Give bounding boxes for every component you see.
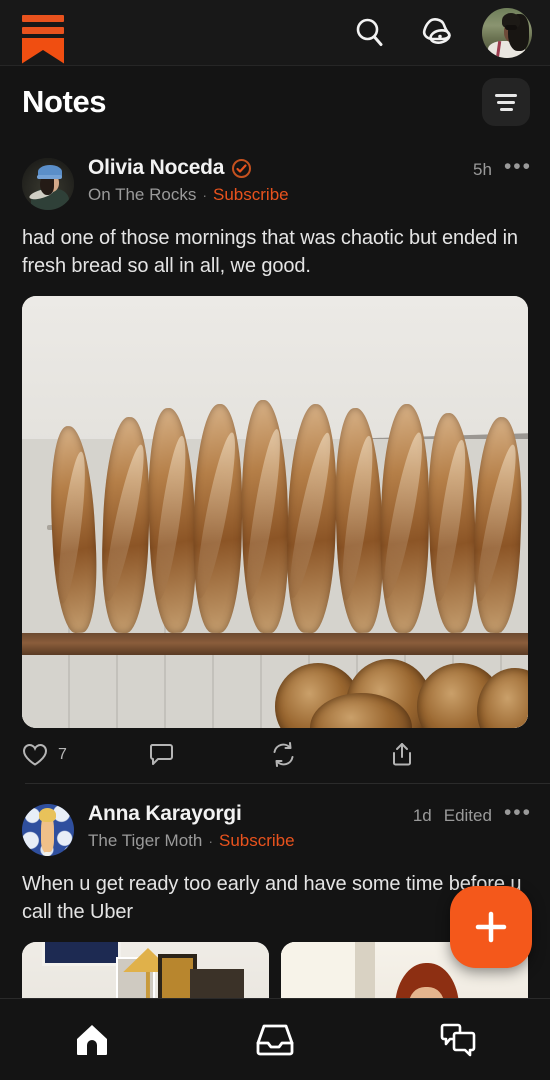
author-avatar-image [22, 804, 74, 856]
restack-icon [273, 742, 294, 767]
subscribe-link[interactable]: Subscribe [219, 831, 295, 851]
share-icon [393, 743, 411, 766]
nav-item-inbox[interactable] [183, 999, 366, 1080]
verified-badge-icon [232, 158, 252, 178]
top-bar-actions [350, 7, 532, 58]
note-header: Anna Karayorgi The Tiger Moth · Subscrib… [0, 794, 550, 856]
note-header-right: 5h ••• [473, 156, 532, 180]
note-timestamp: 1d [412, 806, 432, 825]
note-edited-label: Edited [443, 806, 492, 825]
heart-icon [22, 743, 48, 766]
author-avatar[interactable] [22, 804, 74, 856]
author-avatar[interactable] [22, 158, 74, 210]
filter-icon-bar-1 [495, 93, 517, 97]
notes-feed[interactable]: Olivia Noceda On The Rocks · Subscribe 5… [0, 138, 550, 998]
note-action-bar: 7 [0, 728, 550, 783]
note-item[interactable]: Olivia Noceda On The Rocks · Subscribe 5… [0, 138, 550, 783]
profile-avatar[interactable] [482, 7, 532, 58]
publication-name[interactable]: The Tiger Moth [88, 831, 202, 851]
note-more-button[interactable]: ••• [504, 802, 532, 824]
photo-shelf [22, 632, 528, 655]
separator-dot: · [202, 187, 208, 203]
note-header: Olivia Noceda On The Rocks · Subscribe 5… [0, 148, 550, 210]
filter-icon-bar-3 [499, 107, 513, 111]
substack-logo-icon[interactable] [22, 9, 64, 64]
note-author-meta: Olivia Noceda On The Rocks · Subscribe [74, 156, 473, 205]
note-media [0, 280, 550, 728]
logo-bookmark-shape [22, 37, 64, 64]
logo-bar-top [22, 14, 64, 22]
note-image-left[interactable] [22, 942, 269, 998]
inbox-icon [256, 1024, 294, 1055]
author-name[interactable]: Olivia Noceda [88, 156, 224, 180]
publication-row: On The Rocks · Subscribe [88, 185, 473, 205]
author-name[interactable]: Anna Karayorgi [88, 802, 242, 826]
note-body-text: had one of those mornings that was chaot… [22, 227, 518, 277]
separator-dot: · [208, 833, 213, 849]
comment-icon [149, 744, 173, 765]
logo-bar-middle [22, 26, 64, 34]
new-note-fab[interactable] [450, 886, 532, 968]
profile-avatar-image [482, 7, 532, 58]
note-timestamp: 5h [473, 160, 492, 179]
restack-button[interactable] [246, 742, 358, 767]
page-header: Notes [0, 66, 550, 138]
bell-icon [422, 17, 451, 44]
like-button[interactable]: 7 [22, 743, 134, 767]
publication-row: The Tiger Moth · Subscribe [88, 831, 413, 851]
author-avatar-image [22, 158, 74, 210]
nav-item-notes[interactable] [367, 999, 550, 1080]
author-name-row: Anna Karayorgi [88, 802, 413, 826]
note-author-meta: Anna Karayorgi The Tiger Moth · Subscrib… [74, 802, 413, 851]
home-icon [76, 1024, 107, 1055]
page-title: Notes [22, 84, 107, 119]
notifications-button[interactable] [416, 13, 456, 53]
author-name-row: Olivia Noceda [88, 156, 473, 180]
note-more-button[interactable]: ••• [504, 156, 532, 178]
chat-bubbles-icon [441, 1023, 476, 1056]
publication-name[interactable]: On The Rocks [88, 185, 196, 205]
top-bar [0, 0, 550, 66]
note-image[interactable] [22, 296, 528, 728]
app-screen: Notes Olivia Noceda On The Rocks · Subsc… [0, 0, 550, 1080]
plus-icon [475, 911, 507, 943]
filter-button[interactable] [482, 78, 530, 126]
nav-item-home[interactable] [0, 999, 183, 1080]
share-button[interactable] [358, 742, 414, 767]
note-header-right: 1d Edited ••• [413, 802, 532, 826]
comment-button[interactable] [134, 742, 246, 767]
subscribe-link[interactable]: Subscribe [213, 185, 289, 205]
bottom-navigation [0, 998, 550, 1080]
search-button[interactable] [350, 13, 390, 53]
search-icon [356, 18, 383, 46]
filter-icon-bar-2 [497, 100, 515, 104]
like-count: 7 [58, 745, 67, 763]
